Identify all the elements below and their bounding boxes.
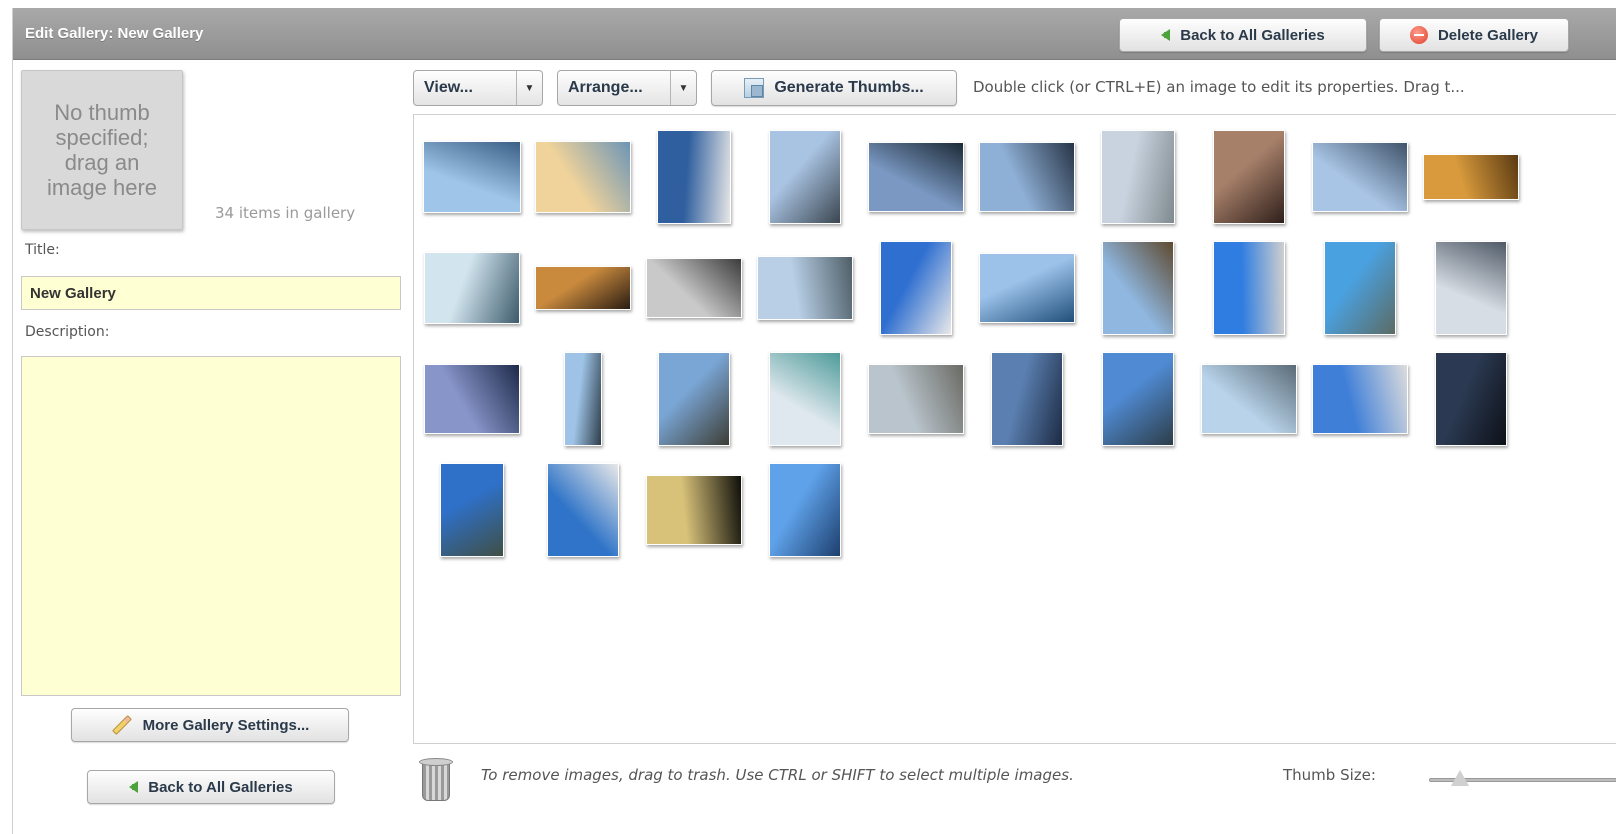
- generate-thumbs-icon: [744, 78, 765, 98]
- gallery-thumbnail[interactable]: [646, 475, 742, 545]
- gallery-thumbnail[interactable]: [1102, 352, 1174, 446]
- description-field[interactable]: [21, 356, 401, 696]
- gallery-thumbnail[interactable]: [1435, 241, 1507, 335]
- trash-icon[interactable]: [419, 758, 453, 802]
- pencil-icon: [111, 715, 132, 735]
- gallery-thumbnail[interactable]: [547, 463, 619, 557]
- gallery-thumbnail[interactable]: [535, 141, 631, 213]
- gallery-thumbnail[interactable]: [1201, 364, 1297, 434]
- back-to-galleries-button[interactable]: Back to All Galleries: [1119, 18, 1367, 52]
- gallery-thumbnail[interactable]: [646, 258, 742, 318]
- gallery-thumbnail[interactable]: [769, 463, 841, 557]
- gallery-thumbnail[interactable]: [424, 364, 520, 434]
- image-grid[interactable]: [413, 114, 1616, 744]
- gallery-thumbnail[interactable]: [757, 256, 853, 320]
- gallery-thumbnail[interactable]: [1101, 130, 1175, 224]
- back-to-galleries-bottom-label: Back to All Galleries: [148, 778, 293, 796]
- chevron-down-icon: ▼: [670, 71, 696, 105]
- gallery-thumbnail[interactable]: [1102, 241, 1174, 335]
- description-label: Description:: [25, 324, 110, 340]
- gallery-thumbnail[interactable]: [423, 141, 521, 213]
- item-count: 34 items in gallery: [215, 204, 356, 222]
- delete-icon: [1409, 26, 1428, 44]
- gallery-thumbnail[interactable]: [1213, 241, 1285, 335]
- delete-gallery-label: Delete Gallery: [1437, 26, 1539, 44]
- edit-hint: Double click (or CTRL+E) an image to edi…: [973, 78, 1465, 96]
- generate-thumbs-button[interactable]: Generate Thumbs...: [711, 70, 957, 106]
- view-dropdown-label: View...: [424, 79, 473, 96]
- gallery-editor: Edit Gallery: New Gallery Back to All Ga…: [12, 8, 1616, 834]
- gallery-thumbnail[interactable]: [1435, 352, 1507, 446]
- gallery-thumbnail[interactable]: [1312, 142, 1408, 212]
- gallery-thumbnail[interactable]: [868, 142, 964, 212]
- gallery-thumbnail[interactable]: [1423, 154, 1519, 200]
- gallery-thumbnail[interactable]: [440, 463, 504, 557]
- title-field[interactable]: [21, 276, 401, 310]
- gallery-thumbnail[interactable]: [424, 252, 520, 324]
- delete-gallery-button[interactable]: Delete Gallery: [1379, 18, 1569, 52]
- gallery-thumbnail[interactable]: [769, 352, 841, 446]
- gallery-thumbnail[interactable]: [979, 142, 1075, 212]
- title-label: Title:: [25, 242, 60, 258]
- gallery-thumb-drop-target[interactable]: No thumb specified; drag an image here: [21, 70, 183, 230]
- gallery-thumbnail[interactable]: [1324, 241, 1396, 335]
- trash-hint: To remove images, drag to trash. Use CTR…: [481, 766, 1074, 784]
- gallery-thumbnail[interactable]: [769, 130, 841, 224]
- back-arrow-icon: [1161, 29, 1171, 41]
- gallery-thumbnail[interactable]: [979, 253, 1075, 323]
- back-arrow-icon: [129, 781, 139, 793]
- more-gallery-settings-button[interactable]: More Gallery Settings...: [71, 708, 349, 742]
- chevron-down-icon: ▼: [516, 71, 542, 105]
- arrange-dropdown-label: Arrange...: [568, 79, 643, 96]
- page-title: Edit Gallery: New Gallery: [25, 25, 204, 42]
- gallery-thumbnail[interactable]: [880, 241, 952, 335]
- thumb-size-label: Thumb Size:: [1283, 766, 1376, 784]
- title-bar: Edit Gallery: New Gallery Back to All Ga…: [13, 8, 1616, 60]
- generate-thumbs-label: Generate Thumbs...: [774, 79, 924, 96]
- gallery-thumbnail[interactable]: [657, 130, 731, 224]
- thumb-size-slider-knob[interactable]: [1451, 770, 1469, 786]
- gallery-thumbnail[interactable]: [658, 352, 730, 446]
- view-dropdown[interactable]: View... ▼: [413, 70, 543, 106]
- back-to-galleries-bottom-button[interactable]: Back to All Galleries: [87, 770, 335, 804]
- gallery-thumbnail[interactable]: [564, 352, 602, 446]
- gallery-thumbnail[interactable]: [1213, 130, 1285, 224]
- more-gallery-settings-label: More Gallery Settings...: [142, 716, 310, 734]
- arrange-dropdown[interactable]: Arrange... ▼: [557, 70, 697, 106]
- gallery-thumbnail[interactable]: [535, 266, 631, 310]
- back-to-galleries-label: Back to All Galleries: [1180, 26, 1325, 44]
- gallery-thumbnail[interactable]: [868, 364, 964, 434]
- gallery-thumbnail[interactable]: [1312, 364, 1408, 434]
- gallery-thumbnail[interactable]: [991, 352, 1063, 446]
